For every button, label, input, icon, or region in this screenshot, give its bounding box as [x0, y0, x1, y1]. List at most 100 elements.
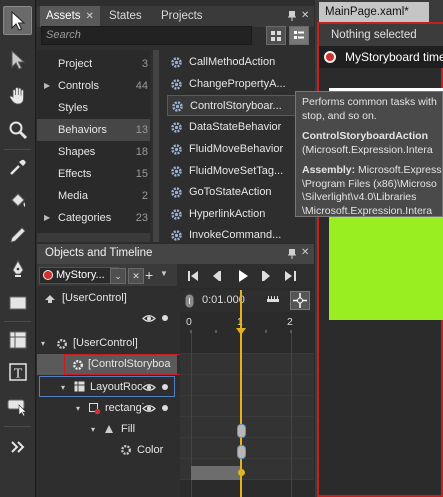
tree-label: [UserControl]: [62, 292, 127, 304]
timeline-row: [180, 354, 314, 375]
keyframe-icon[interactable]: [237, 445, 246, 459]
eyedropper-tool-icon[interactable]: [3, 152, 32, 181]
behavior-gear-icon: [170, 186, 183, 199]
direct-selection-tool-icon[interactable]: [3, 45, 32, 74]
behavior-label: FluidMoveBehavior: [189, 143, 284, 155]
close-icon[interactable]: ✕: [86, 11, 94, 22]
zoom-tool-icon[interactable]: [3, 115, 32, 144]
property-animation-icon: [120, 444, 132, 456]
panel-title: Objects and Timeline: [45, 247, 153, 259]
scope-up-icon[interactable]: [44, 294, 56, 304]
category-scrollbar[interactable]: [37, 233, 150, 242]
category-behaviors[interactable]: Behaviors 13: [37, 119, 150, 141]
lock-toggle-icon[interactable]: [161, 314, 169, 322]
category-count: 23: [135, 212, 148, 224]
selection-tool-icon[interactable]: [3, 6, 32, 35]
category-list: Project 3 ▶ Controls 44 Styles Behaviors 13 …: [37, 50, 150, 242]
eye-visibility-icon[interactable]: [142, 383, 156, 392]
behavior-gear-icon: [170, 165, 183, 178]
behavior-item[interactable]: FluidMoveSetTag...: [167, 161, 316, 182]
tooltip-assembly-value: Microsoft.Express: [358, 164, 442, 176]
collapse-arrow-icon[interactable]: ▾: [41, 333, 45, 354]
category-count: 2: [141, 190, 148, 202]
category-styles[interactable]: Styles: [37, 97, 150, 119]
tree-label: [UserControl]: [73, 337, 138, 349]
record-indicator-icon[interactable]: [324, 51, 336, 63]
behavior-label: GoToStateAction: [189, 186, 272, 198]
grid-layout-tool-icon[interactable]: [3, 325, 32, 354]
close-storyboard-button[interactable]: ✕: [128, 268, 144, 284]
tree-row-color[interactable]: Color: [37, 440, 177, 461]
collapse-arrow-icon[interactable]: ▾: [61, 377, 65, 398]
tab-projects-label: Projects: [161, 10, 203, 22]
behavior-item[interactable]: ChangePropertyA...: [167, 74, 316, 95]
list-splitter[interactable]: [153, 50, 159, 242]
paint-bucket-tool-icon[interactable]: [3, 186, 32, 215]
behavior-item[interactable]: FluidMoveBehavior: [167, 139, 316, 160]
pin-icon[interactable]: [287, 10, 297, 22]
category-categories[interactable]: ▶ Categories 23: [37, 207, 150, 229]
lock-toggle-icon[interactable]: [161, 404, 169, 412]
tree-row-fill[interactable]: ▾ Fill: [37, 419, 177, 440]
rectangle-tool-icon[interactable]: [3, 288, 32, 317]
tab-projects[interactable]: Projects: [155, 6, 209, 27]
tree-row-layoutroot[interactable]: ▾ LayoutRoot: [39, 376, 175, 397]
animation-duration-bar[interactable]: [191, 466, 241, 480]
behavior-item-selected[interactable]: ControlStoryboar...: [167, 95, 316, 116]
pan-tool-icon[interactable]: [3, 81, 32, 110]
close-icon[interactable]: ✕: [301, 247, 309, 258]
collapse-arrow-icon[interactable]: ▾: [76, 398, 80, 419]
storyboard-options-icon[interactable]: ▼: [160, 269, 168, 278]
behavior-gear-icon: [170, 143, 183, 156]
behavior-item[interactable]: GoToStateAction: [167, 182, 316, 203]
behavior-gear-icon: [170, 121, 183, 134]
expand-arrow-icon[interactable]: ▶: [44, 75, 50, 97]
panel-close-icon[interactable]: ✕: [301, 10, 309, 21]
expand-arrow-icon[interactable]: ▶: [44, 207, 50, 229]
list-view-icon[interactable]: [266, 26, 286, 45]
ruler-label-0: 0: [186, 316, 192, 328]
playhead[interactable]: [240, 290, 242, 497]
document-area: MainPage.xaml* Nothing selected MyStoryb…: [315, 0, 443, 497]
eye-visibility-icon[interactable]: [142, 314, 156, 323]
tab-states[interactable]: States: [103, 6, 148, 27]
behavior-item[interactable]: HyperlinkAction: [167, 204, 316, 225]
tab-mainpage[interactable]: MainPage.xaml*: [319, 2, 429, 22]
category-controls[interactable]: ▶ Controls 44: [37, 75, 150, 97]
detail-view-icon[interactable]: [289, 26, 309, 45]
pencil-tool-icon[interactable]: [3, 220, 32, 249]
panel-header: Objects and Timeline ✕: [37, 244, 314, 264]
eye-visibility-icon[interactable]: [142, 404, 156, 413]
keyframe-marker-icon[interactable]: [238, 469, 245, 476]
playhead-marker-icon[interactable]: [236, 328, 246, 335]
behavior-item[interactable]: DataStateBehavior: [167, 117, 316, 138]
tree-label: Fill: [121, 423, 136, 435]
behavior-item[interactable]: InvokeCommand...: [167, 225, 316, 242]
tree-row-usercontrol-scope[interactable]: [UserControl]: [37, 288, 177, 309]
pin-icon[interactable]: [287, 248, 297, 260]
lock-toggle-icon[interactable]: [161, 383, 169, 391]
behavior-label: DataStateBehavior: [189, 121, 282, 133]
category-media[interactable]: Media 2: [37, 185, 150, 207]
green-rectangle[interactable]: [329, 216, 443, 320]
add-storyboard-button[interactable]: +: [145, 267, 153, 283]
tree-row-rectangle[interactable]: ▾ rectangle: [37, 398, 177, 419]
asset-library-expand-icon[interactable]: [3, 432, 32, 461]
collapse-arrow-icon[interactable]: ▾: [91, 419, 95, 440]
text-tool-icon[interactable]: T: [3, 357, 32, 386]
category-effects[interactable]: Effects 15: [37, 163, 150, 185]
search-input[interactable]: Search: [41, 26, 252, 45]
category-shapes[interactable]: Shapes 18: [37, 141, 150, 163]
tree-row-usercontrol[interactable]: ▾ [UserControl]: [37, 333, 177, 354]
category-project[interactable]: Project 3: [37, 53, 150, 75]
button-control-tool-icon[interactable]: [3, 391, 32, 420]
tab-assets[interactable]: Assets ✕: [40, 6, 100, 27]
category-label: Project: [58, 58, 93, 70]
category-count: 13: [135, 124, 148, 136]
keyframe-icon[interactable]: [237, 424, 246, 438]
behavior-label: FluidMoveSetTag...: [189, 165, 284, 177]
storyboard-dropdown-icon[interactable]: ⌄: [110, 268, 126, 284]
storyboard-picker[interactable]: MyStory...: [39, 267, 119, 284]
behavior-item[interactable]: CallMethodAction: [167, 52, 316, 73]
pen-tool-icon[interactable]: [3, 254, 32, 283]
